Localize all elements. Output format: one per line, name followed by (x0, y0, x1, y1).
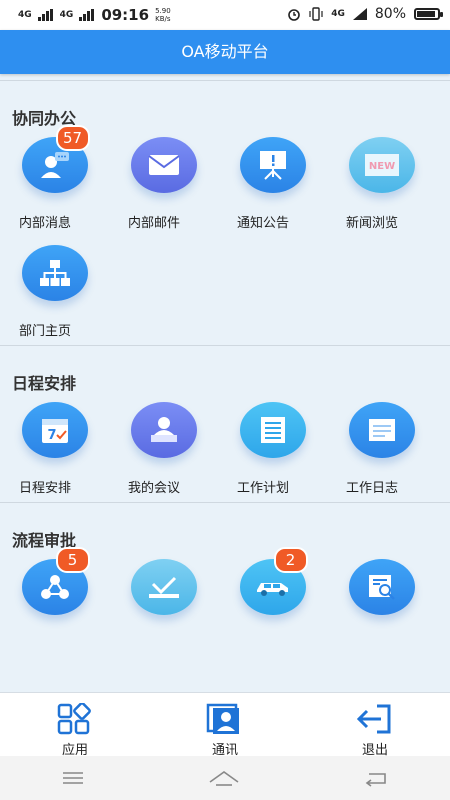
search-doc-icon (348, 559, 415, 615)
back-icon[interactable] (363, 769, 389, 787)
mobile-signal-icon (352, 8, 367, 20)
app-label: 内部邮件 (128, 216, 181, 231)
app-vehicle[interactable]: 2 (218, 547, 327, 659)
tab-apps[interactable]: 应用 (0, 693, 150, 758)
app-internal-mail[interactable]: 内部邮件 (109, 129, 218, 237)
network-speed: 5.90 KB/s (155, 7, 171, 23)
notice-board-icon (239, 137, 306, 193)
vibrate-icon (309, 7, 323, 21)
app-work-log[interactable]: 工作日志 (327, 394, 436, 502)
contacts-icon (150, 703, 300, 735)
main-content[interactable]: 协同办公 57 内部消息 内部邮件 通知公告 NEW 新闻浏览 部门主页 日程安… (0, 80, 450, 692)
battery-icon (414, 8, 443, 20)
app-label: 我的会议 (128, 481, 181, 496)
calendar-icon: 7 (21, 402, 88, 458)
speed-unit: KB/s (155, 15, 171, 23)
chat-person-icon: 57 (21, 125, 90, 193)
calendar-icon-text: 7 (47, 428, 56, 443)
system-nav-bar (0, 756, 450, 800)
org-chart-icon (21, 245, 88, 301)
app-notice[interactable]: 通知公告 (218, 129, 327, 237)
apps-icon (0, 703, 150, 735)
app-internal-message[interactable]: 57 内部消息 (0, 125, 109, 237)
status-bar: 4G 4G 09:16 5.90 KB/s 4G 80% (0, 0, 450, 30)
app-label: 工作日志 (346, 481, 399, 496)
section-approval: 流程审批 5 2 (0, 502, 450, 659)
app-label: 新闻浏览 (346, 216, 399, 231)
app-label: 日程安排 (19, 481, 72, 496)
section-title: 日程安排 (12, 374, 77, 393)
signal-1-label: 4G (18, 9, 32, 20)
log-icon (348, 402, 415, 458)
list-icon (239, 402, 306, 458)
car-icon: 2 (239, 547, 308, 615)
menu-icon[interactable] (61, 770, 85, 786)
tab-logout[interactable]: 退出 (300, 693, 450, 758)
signal-icon-2 (79, 9, 95, 21)
home-icon[interactable] (208, 769, 240, 787)
section-title: 流程审批 (12, 531, 77, 550)
app-schedule[interactable]: 7 日程安排 (0, 394, 109, 502)
tab-contacts[interactable]: 通讯 (150, 693, 300, 758)
clock: 09:16 (101, 6, 150, 24)
app-approve[interactable] (109, 551, 218, 659)
pending-badge-2: 2 (273, 547, 308, 573)
meeting-icon (130, 402, 197, 458)
workflow-icon: 5 (21, 547, 90, 615)
speed-value: 5.90 (155, 7, 171, 15)
news-icon: NEW (348, 137, 415, 193)
alarm-icon (288, 9, 301, 21)
signal-icon (37, 9, 53, 21)
mail-icon (130, 137, 197, 193)
app-label: 工作计划 (237, 481, 290, 496)
app-header: OA移动平台 (0, 30, 450, 74)
app-label: 通知公告 (237, 216, 290, 231)
unread-badge: 57 (55, 125, 90, 151)
pending-badge: 5 (55, 547, 90, 573)
section-title: 协同办公 (12, 109, 77, 128)
bottom-tab-bar: 应用 通讯 退出 (0, 692, 450, 758)
app-news[interactable]: NEW 新闻浏览 (327, 129, 436, 237)
app-dept-home[interactable]: 部门主页 (0, 237, 109, 345)
section-schedule: 日程安排 7 日程安排 我的会议 工作计划 工作日志 (0, 345, 450, 502)
app-label: 内部消息 (19, 216, 72, 231)
app-workflow[interactable]: 5 (0, 547, 109, 659)
logout-icon (300, 703, 450, 735)
app-label: 部门主页 (19, 324, 72, 339)
news-icon-text: NEW (368, 161, 394, 172)
section-collaboration: 协同办公 57 内部消息 内部邮件 通知公告 NEW 新闻浏览 部门主页 (0, 80, 450, 345)
app-work-plan[interactable]: 工作计划 (218, 394, 327, 502)
approve-check-icon (130, 559, 197, 615)
network-type: 4G (331, 8, 345, 19)
signal-2-label: 4G (59, 9, 74, 20)
page-title: OA移动平台 (181, 42, 269, 61)
app-my-meeting[interactable]: 我的会议 (109, 394, 218, 502)
battery-percent: 80% (374, 6, 406, 22)
app-query[interactable] (327, 551, 436, 659)
